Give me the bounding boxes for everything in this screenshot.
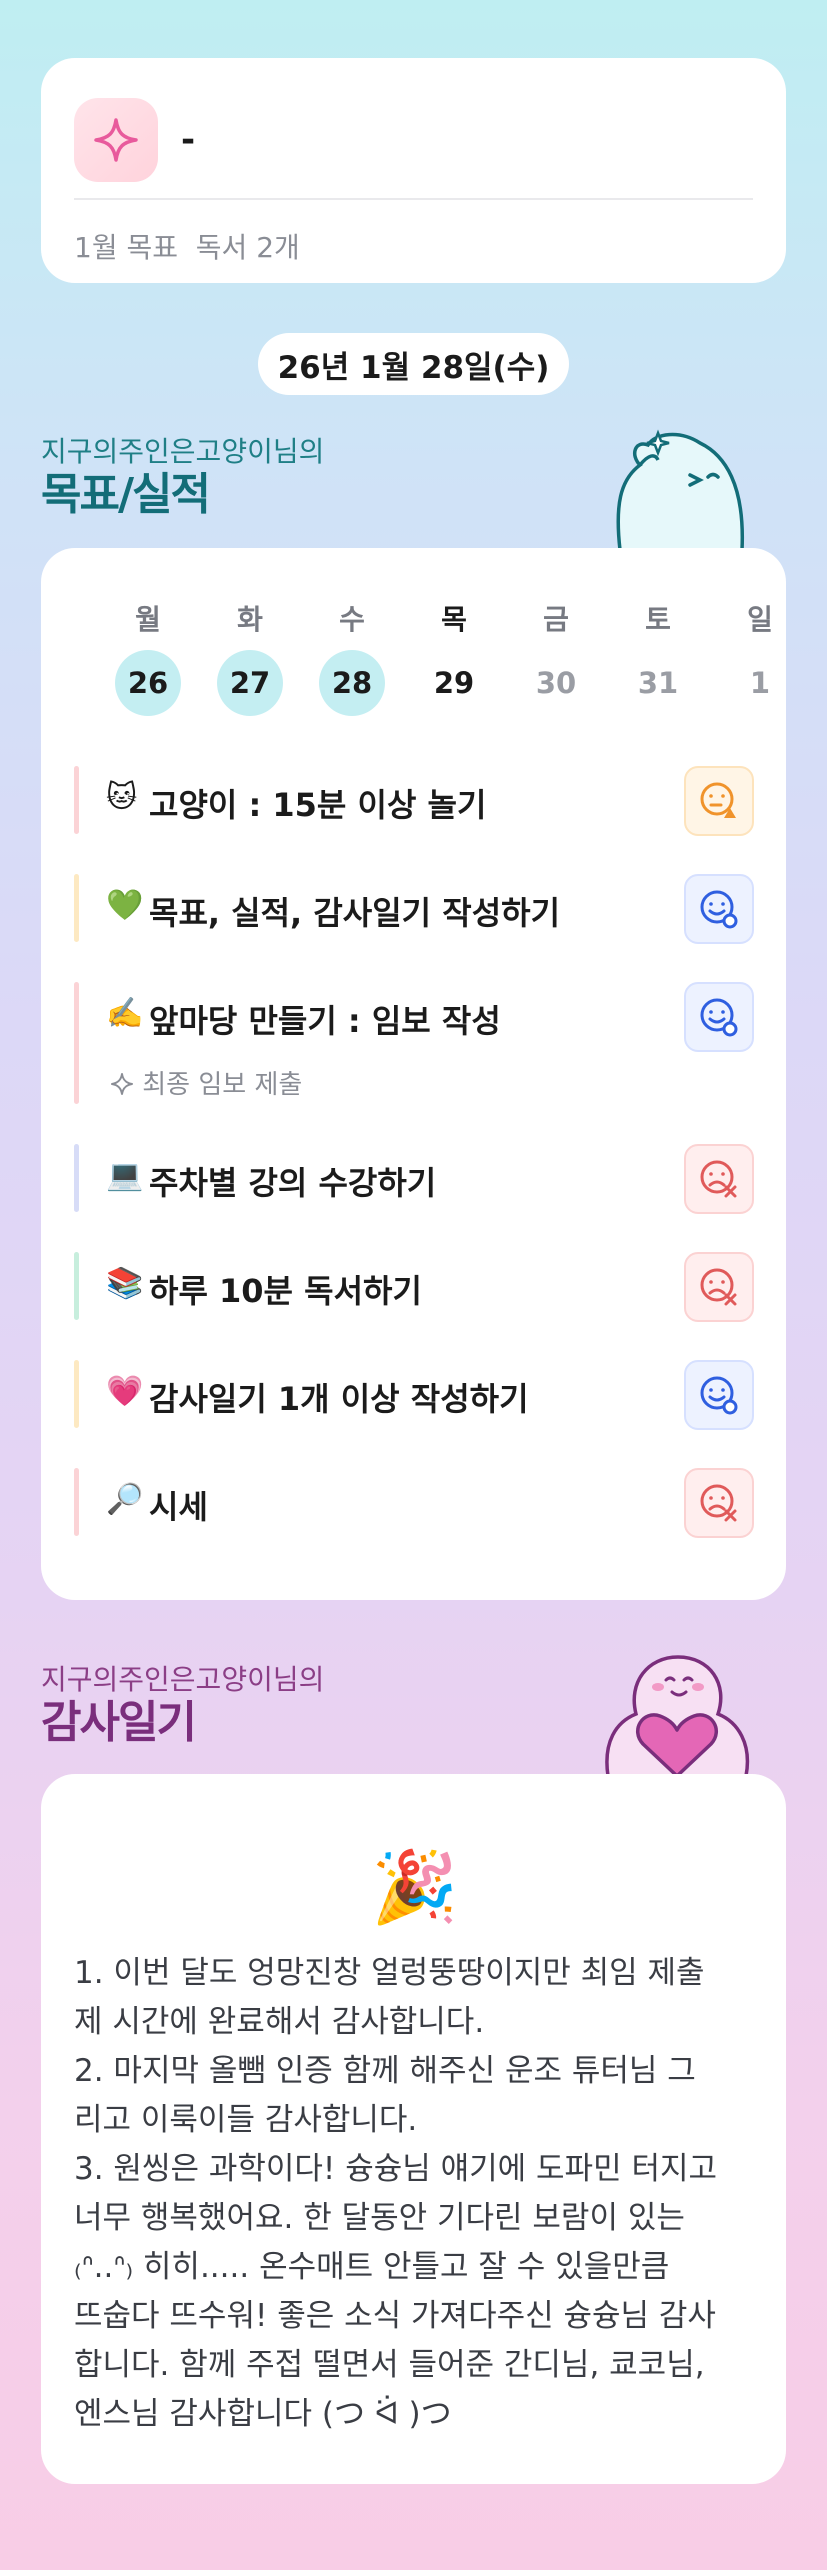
gratitude-card: 🎉 1. 이번 달도 엉망진창 얼렁뚱땅이지만 최임 제출 제 시간에 완료해서… bbox=[41, 1774, 786, 2484]
goal-title: - bbox=[181, 120, 196, 160]
task-color-bar bbox=[74, 1468, 79, 1536]
date-pill: 26년 1월 28일(수) bbox=[258, 333, 569, 395]
task-color-bar bbox=[74, 766, 79, 834]
day-number: 30 bbox=[535, 666, 577, 700]
day-name: 수 bbox=[339, 603, 365, 636]
task-label: 감사일기 1개 이상 작성하기 bbox=[149, 1380, 529, 1418]
task-color-bar bbox=[74, 1360, 79, 1428]
goal-subtitle: 1월 목표 독서 2개 bbox=[74, 231, 300, 264]
day-mon[interactable]: 월 26 bbox=[115, 598, 181, 716]
subtask: 최종 임보 제출 bbox=[110, 1064, 302, 1101]
face-smile-icon[interactable] bbox=[684, 1360, 754, 1430]
day-name: 금 bbox=[543, 603, 569, 636]
task-color-bar bbox=[74, 1144, 79, 1212]
task-color-bar bbox=[74, 874, 79, 942]
task-emoji: 📚 bbox=[106, 1266, 144, 1301]
task-label: 고양이 : 15분 이상 놀기 bbox=[149, 786, 487, 824]
face-smile-icon[interactable] bbox=[684, 982, 754, 1052]
task-item[interactable]: 📚 하루 10분 독서하기 bbox=[74, 1252, 754, 1322]
ghost-mascot-icon bbox=[600, 425, 750, 552]
day-name: 일 bbox=[747, 603, 773, 636]
task-color-bar bbox=[74, 982, 79, 1104]
day-name: 목 bbox=[441, 603, 467, 636]
task-label: 하루 10분 독서하기 bbox=[149, 1272, 422, 1310]
day-number: 27 bbox=[217, 650, 283, 716]
day-name: 화 bbox=[237, 603, 263, 636]
task-label: 시세 bbox=[149, 1488, 208, 1526]
subtask-label: 최종 임보 제출 bbox=[142, 1070, 303, 1100]
day-tue[interactable]: 화 27 bbox=[217, 598, 283, 716]
task-emoji: 💻 bbox=[106, 1158, 144, 1193]
day-number: 1 bbox=[749, 666, 771, 700]
week-strip: 월 26 화 27 수 28 목 29 금 30 토 31 일 1 bbox=[41, 598, 786, 716]
face-warning-icon[interactable] bbox=[684, 766, 754, 836]
sparkle-outline-icon bbox=[111, 1073, 133, 1095]
face-sad-icon[interactable] bbox=[684, 1144, 754, 1214]
day-fri[interactable]: 금 30 bbox=[523, 598, 589, 716]
task-emoji: 🐱 bbox=[106, 780, 138, 815]
day-name: 월 bbox=[135, 603, 161, 636]
task-emoji: 💗 bbox=[106, 1374, 144, 1409]
task-item[interactable]: 💗 감사일기 1개 이상 작성하기 bbox=[74, 1360, 754, 1430]
task-item[interactable]: 💚 목표, 실적, 감사일기 작성하기 bbox=[74, 874, 754, 944]
day-name: 토 bbox=[645, 603, 671, 636]
day-sun[interactable]: 일 1 bbox=[727, 598, 793, 716]
day-number: 28 bbox=[319, 650, 385, 716]
task-label: 주차별 강의 수강하기 bbox=[149, 1164, 437, 1202]
task-item[interactable]: 💻 주차별 강의 수강하기 bbox=[74, 1144, 754, 1214]
face-smile-icon[interactable] bbox=[684, 874, 754, 944]
day-wed[interactable]: 수 28 bbox=[319, 598, 385, 716]
gratitude-text: 1. 이번 달도 엉망진창 얼렁뚱땅이지만 최임 제출 제 시간에 완료해서 감… bbox=[74, 1955, 718, 2432]
goals-section-title: 목표/실적 bbox=[41, 469, 211, 520]
divider bbox=[74, 198, 753, 200]
task-emoji: 🔎 bbox=[106, 1482, 144, 1517]
task-emoji: ✍️ bbox=[106, 996, 144, 1031]
task-item[interactable]: 🔎 시세 bbox=[74, 1468, 754, 1538]
day-sat[interactable]: 토 31 bbox=[625, 598, 691, 716]
task-label: 목표, 실적, 감사일기 작성하기 bbox=[149, 894, 561, 932]
task-emoji: 💚 bbox=[106, 888, 144, 923]
task-color-bar bbox=[74, 1252, 79, 1320]
task-item[interactable]: 🐱 고양이 : 15분 이상 놀기 bbox=[74, 766, 754, 836]
party-popper-icon: 🎉 bbox=[371, 1846, 459, 1928]
task-label: 앞마당 만들기 : 임보 작성 bbox=[149, 1002, 501, 1040]
monthly-goal-card[interactable]: - 1월 목표 독서 2개 bbox=[41, 58, 786, 283]
day-number: 26 bbox=[115, 650, 181, 716]
day-number: 29 bbox=[433, 666, 475, 700]
task-item[interactable]: ✍️ 앞마당 만들기 : 임보 작성 최종 임보 제출 bbox=[74, 982, 754, 1104]
day-thu[interactable]: 목 29 bbox=[421, 598, 487, 716]
gratitude-section-title: 감사일기 bbox=[41, 1697, 197, 1748]
day-number: 31 bbox=[637, 666, 679, 700]
goals-card: 월 26 화 27 수 28 목 29 금 30 토 31 일 1 🐱 고양이 … bbox=[41, 548, 786, 1600]
face-sad-icon[interactable] bbox=[684, 1468, 754, 1538]
face-sad-icon[interactable] bbox=[684, 1252, 754, 1322]
sparkle-icon bbox=[74, 98, 158, 182]
heart-mascot-icon bbox=[598, 1652, 756, 1778]
